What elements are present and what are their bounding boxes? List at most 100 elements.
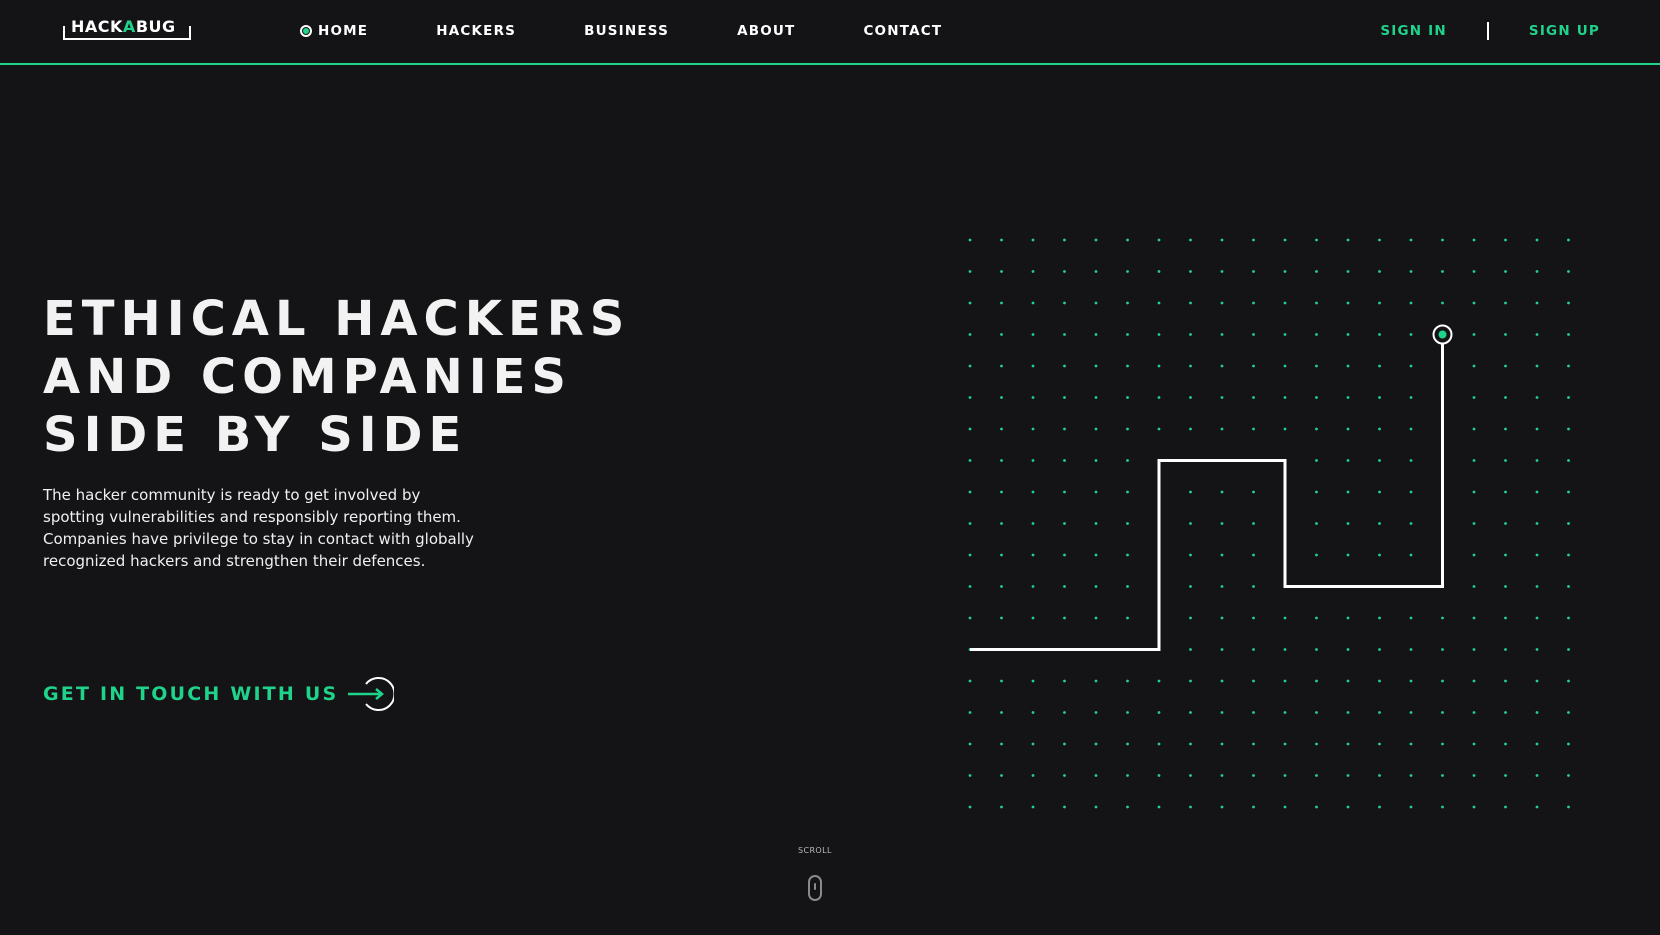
grid-dot <box>1409 427 1413 431</box>
grid-dot <box>1252 522 1255 525</box>
grid-dot <box>968 364 972 368</box>
grid-dot <box>1315 238 1318 242</box>
grid-dot <box>1000 711 1003 714</box>
grid-dot <box>1031 427 1035 431</box>
logo[interactable]: HACKABUG <box>63 18 191 42</box>
grid-dot <box>1441 774 1444 777</box>
grid-dot <box>968 490 972 494</box>
grid-dot <box>1063 396 1066 399</box>
grid-dot <box>1441 742 1444 746</box>
grid-dot <box>1157 270 1161 273</box>
grid-dot <box>1441 301 1444 305</box>
mouse-icon[interactable] <box>808 875 822 901</box>
grid-dot <box>1063 616 1066 620</box>
grid-dot <box>1504 742 1507 746</box>
grid-dot <box>1535 522 1539 525</box>
grid-dot <box>1031 553 1035 557</box>
grid-dot <box>1189 742 1192 746</box>
grid-dot <box>1189 585 1192 588</box>
grid-dot <box>1189 490 1192 494</box>
grid-dot <box>1504 553 1507 557</box>
grid-dot <box>1094 616 1098 620</box>
grid-dot <box>1189 238 1192 242</box>
grid-dot <box>1126 490 1129 494</box>
grid-dot <box>1094 364 1098 368</box>
nav-item-label: HOME <box>318 23 369 39</box>
grid-dot <box>1031 238 1035 242</box>
grid-dot <box>1220 679 1224 683</box>
grid-dot <box>1094 270 1098 273</box>
site-header: HACKABUG HOME HACKERS BUSINESS ABOUT CON… <box>0 0 1660 65</box>
grid-dot <box>1063 522 1066 525</box>
grid-dot <box>1346 616 1350 620</box>
grid-dot <box>1409 490 1413 494</box>
grid-dot <box>1157 679 1161 683</box>
nav-item-about[interactable]: ABOUT <box>737 22 795 40</box>
grid-dot <box>1283 616 1287 620</box>
logo-text-part3: BUG <box>135 17 176 36</box>
sign-in-link[interactable]: SIGN IN <box>1380 22 1447 40</box>
sign-up-link[interactable]: SIGN UP <box>1529 22 1600 40</box>
grid-dot <box>1220 522 1224 525</box>
grid-dot <box>1535 805 1539 809</box>
grid-dot <box>1252 427 1255 431</box>
grid-dot <box>1220 301 1224 305</box>
hero-title: ETHICAL HACKERS AND COMPANIES SIDE BY SI… <box>43 290 630 464</box>
grid-dot <box>1283 679 1287 683</box>
grid-dot <box>1063 427 1066 431</box>
grid-dot <box>1472 553 1476 557</box>
grid-dot <box>1409 805 1413 809</box>
get-in-touch-button[interactable]: GET IN TOUCH WITH US <box>43 676 395 712</box>
grid-dot <box>1283 364 1287 368</box>
grid-dot <box>1189 679 1192 683</box>
grid-dot <box>968 711 972 714</box>
grid-dot <box>1126 333 1129 336</box>
grid-dot <box>1283 270 1287 273</box>
grid-dot <box>1126 238 1129 242</box>
grid-dot <box>1189 711 1192 714</box>
grid-dot <box>1535 427 1539 431</box>
grid-dot <box>1220 805 1224 809</box>
grid-dot <box>1000 805 1003 809</box>
grid-dot <box>1346 364 1350 368</box>
grid-dot <box>1063 805 1066 809</box>
grid-dot <box>1126 459 1129 462</box>
grid-dot <box>1157 805 1161 809</box>
grid-dot <box>1409 270 1413 273</box>
grid-dot <box>1346 427 1350 431</box>
grid-dot <box>1409 679 1413 683</box>
grid-dot <box>1378 396 1381 399</box>
grid-dot <box>1409 711 1413 714</box>
grid-dot <box>1220 238 1224 242</box>
grid-dot <box>1472 364 1476 368</box>
grid-dot <box>1472 679 1476 683</box>
grid-dot <box>1000 679 1003 683</box>
grid-dot <box>1000 427 1003 431</box>
grid-dot <box>1031 742 1035 746</box>
grid-dot <box>1031 333 1035 336</box>
grid-dot <box>968 774 972 777</box>
grid-dot <box>1567 459 1570 462</box>
grid-dot <box>1315 490 1318 494</box>
grid-dot <box>1567 742 1570 746</box>
landing-page: HACKABUG HOME HACKERS BUSINESS ABOUT CON… <box>0 0 1660 935</box>
grid-dot <box>1189 553 1192 557</box>
grid-dot <box>1252 616 1255 620</box>
nav-item-business[interactable]: BUSINESS <box>584 22 669 40</box>
grid-dot <box>1063 585 1066 588</box>
grid-dot <box>1472 648 1476 651</box>
grid-dot <box>1031 301 1035 305</box>
grid-dot <box>1252 270 1255 273</box>
grid-dot <box>1535 396 1539 399</box>
nav-item-home[interactable]: HOME <box>300 22 368 40</box>
grid-dot <box>1378 805 1381 809</box>
nav-item-contact[interactable]: CONTACT <box>863 22 942 40</box>
grid-dot <box>1189 648 1192 651</box>
grid-dot <box>1063 553 1066 557</box>
grid-dot <box>1063 333 1066 336</box>
grid-dot <box>1535 301 1539 305</box>
grid-dot <box>968 805 972 809</box>
nav-item-hackers[interactable]: HACKERS <box>436 22 516 40</box>
cta-label: GET IN TOUCH WITH US <box>43 683 339 705</box>
hero-description-line: recognized hackers and strengthen their … <box>43 552 426 570</box>
